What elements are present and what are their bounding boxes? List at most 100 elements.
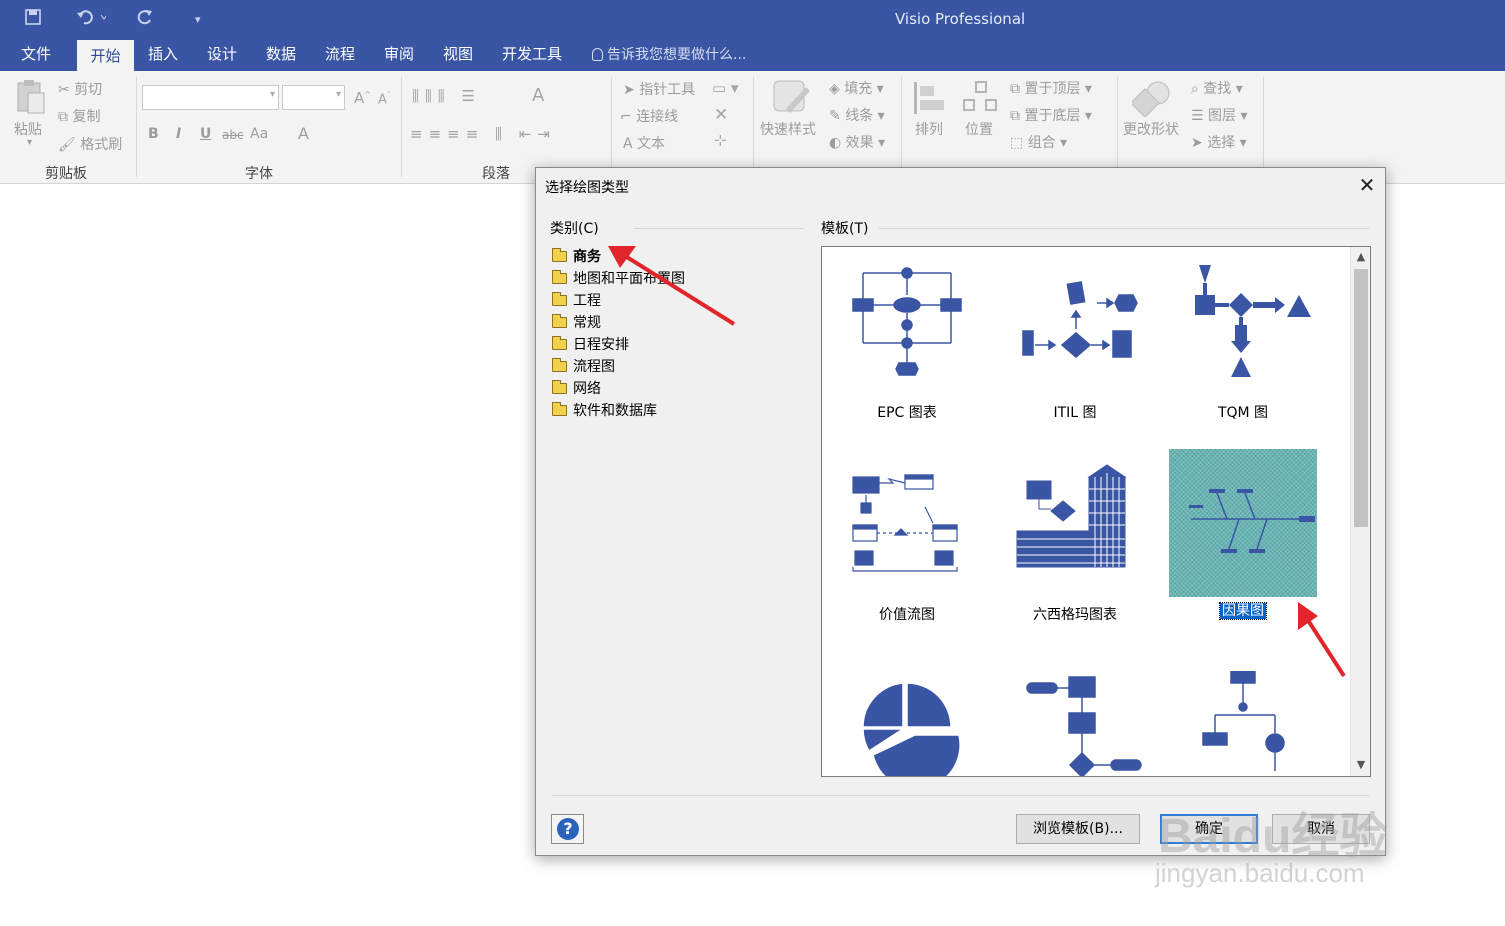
tell-me-text: 告诉我您想要做什么... [607, 47, 747, 63]
tab-data[interactable]: 数据 [266, 40, 296, 71]
strikethrough-button[interactable]: abc [222, 128, 244, 142]
template-cause-effect[interactable]: 因果图 [1159, 449, 1327, 621]
redo-icon[interactable] [136, 8, 154, 32]
underline-button[interactable]: U [200, 126, 211, 142]
close-icon[interactable]: ✕ [1356, 175, 1378, 197]
cut-button[interactable]: ✂ 剪切 [58, 79, 102, 99]
cause-effect-diagram-icon [1189, 489, 1315, 553]
pointer-tool-button[interactable]: ➤ 指针工具 [623, 79, 695, 99]
find-label: 查找 [1203, 81, 1232, 97]
format-painter-button[interactable]: 🖌 格式刷 [58, 134, 122, 154]
layers-button[interactable]: ☰ 图层 ▾ [1191, 105, 1248, 125]
line-button[interactable]: ✎ 线条 ▾ [829, 105, 885, 125]
save-icon[interactable] [24, 8, 42, 32]
text-align-left-icon[interactable]: ≡≡≡≡ ⫼ ⇤⇥ [410, 125, 556, 143]
quick-styles-icon[interactable] [772, 79, 812, 121]
find-button[interactable]: ⌕ 查找 ▾ [1191, 78, 1243, 98]
template-label: 六西格玛图表 [1033, 607, 1117, 623]
template-org-chart[interactable] [1159, 671, 1327, 776]
six-sigma-diagram-icon [1016, 464, 1127, 568]
template-six-sigma[interactable]: 六西格玛图表 [991, 459, 1159, 625]
template-scrollbar[interactable]: ▲ ▼ [1350, 247, 1370, 776]
template-value-stream[interactable]: 价值流图 [823, 459, 991, 625]
connector-button[interactable]: ⌐ 连接线 [620, 106, 678, 126]
change-shape-icon[interactable] [1130, 79, 1172, 121]
help-icon: ? [557, 818, 579, 840]
select-button[interactable]: ➤ 选择 ▾ [1191, 132, 1247, 152]
org-chart-icon [1202, 671, 1285, 771]
tab-home[interactable]: 开始 [77, 40, 134, 71]
send-back-label: 置于底层 [1024, 108, 1081, 124]
send-to-back-button[interactable]: ⧉ 置于底层 ▾ [1010, 105, 1092, 125]
change-shape-label[interactable]: 更改形状 [1123, 119, 1179, 139]
copy-button[interactable]: ⧉ 复制 [58, 106, 100, 126]
tab-review[interactable]: 审阅 [384, 40, 414, 71]
font-size-combo[interactable]: ▾ [282, 85, 345, 110]
position-label[interactable]: 位置 [965, 119, 993, 139]
paste-label[interactable]: 粘贴 [14, 119, 42, 139]
customize-qat-icon[interactable]: ▾ [195, 8, 201, 32]
undo-icon[interactable] [76, 8, 108, 32]
rectangle-shape-icon[interactable]: ▭ ▾ [712, 79, 738, 97]
tab-developer[interactable]: 开发工具 [502, 40, 562, 71]
category-item-flowchart[interactable]: 流程图 [552, 356, 685, 378]
tab-view[interactable]: 视图 [443, 40, 473, 71]
italic-button[interactable]: I [176, 126, 181, 142]
tab-file[interactable]: 文件 [21, 40, 51, 71]
scroll-up-icon[interactable]: ▲ [1351, 247, 1370, 267]
template-label: EPC 图表 [877, 405, 937, 421]
close-connector-icon[interactable]: ✕ [714, 105, 728, 125]
template-pie-chart[interactable] [823, 671, 991, 776]
send-back-icon: ⧉ [1010, 108, 1025, 124]
watermark-brand: Baidu经验 [1158, 810, 1388, 863]
annotation-arrow-icon [608, 246, 736, 326]
browse-templates-button[interactable]: 浏览模板(B)... [1016, 814, 1140, 844]
value-stream-map-icon [852, 474, 958, 572]
tab-insert[interactable]: 插入 [148, 40, 178, 71]
scrollbar-thumb[interactable] [1354, 269, 1368, 527]
arrange-label[interactable]: 排列 [915, 119, 943, 139]
folder-icon [552, 292, 567, 306]
template-flowchart[interactable] [991, 671, 1159, 776]
flowchart-icon [1026, 676, 1142, 776]
category-label: 流程图 [573, 359, 615, 375]
dropdown-arrow-icon: ▾ [269, 89, 275, 100]
tab-process[interactable]: 流程 [325, 40, 355, 71]
category-item-schedule[interactable]: 日程安排 [552, 334, 685, 356]
category-item-network[interactable]: 网络 [552, 378, 685, 400]
connector-label: 连接线 [636, 109, 679, 125]
folder-icon [552, 402, 567, 416]
help-button[interactable]: ? [551, 814, 584, 844]
tell-me-box[interactable]: 告诉我您想要做什么... [592, 40, 746, 71]
template-epc[interactable]: EPC 图表 [823, 257, 991, 423]
font-name-combo[interactable]: ▾ [142, 85, 279, 110]
categories-label: 类别(C) [550, 221, 599, 237]
category-item-software[interactable]: 软件和数据库 [552, 400, 685, 422]
group-icon: ⬚ [1010, 135, 1028, 151]
font-color-button[interactable]: A [298, 124, 309, 143]
group-button[interactable]: ⬚ 组合 ▾ [1010, 132, 1067, 152]
template-itil[interactable]: ITIL 图 [991, 257, 1159, 423]
bold-button[interactable]: B [148, 126, 159, 142]
template-tqm[interactable]: TQM 图 [1159, 257, 1327, 423]
grow-font-icon[interactable]: A^ [354, 89, 371, 107]
quick-styles-label[interactable]: 快速样式 [760, 119, 816, 139]
bring-to-front-button[interactable]: ⧉ 置于顶层 ▾ [1010, 78, 1092, 98]
tab-design[interactable]: 设计 [207, 40, 237, 71]
change-case-button[interactable]: Aa [250, 126, 268, 142]
position-icon[interactable] [962, 80, 998, 120]
text-tool-button[interactable]: A 文本 [623, 133, 665, 153]
group-divider [901, 77, 902, 177]
fill-button[interactable]: ◈ 填充 ▾ [829, 78, 884, 98]
connection-point-icon[interactable]: ⊹ [714, 131, 727, 149]
text-direction-icon[interactable]: A [532, 85, 544, 106]
effects-button[interactable]: ◐ 效果 ▾ [829, 132, 885, 152]
select-cursor-icon: ➤ [1191, 135, 1208, 151]
shrink-font-icon[interactable]: Aˇ [378, 91, 391, 107]
arrange-icon[interactable] [912, 80, 948, 120]
scroll-down-icon[interactable]: ▼ [1351, 755, 1370, 775]
paste-dropdown-icon[interactable]: ▾ [27, 137, 32, 148]
paste-icon[interactable] [16, 79, 46, 119]
text-align-top-icon[interactable]: ⫼⫼⫼ ☰ [412, 87, 481, 105]
itil-diagram-icon [1022, 281, 1138, 358]
